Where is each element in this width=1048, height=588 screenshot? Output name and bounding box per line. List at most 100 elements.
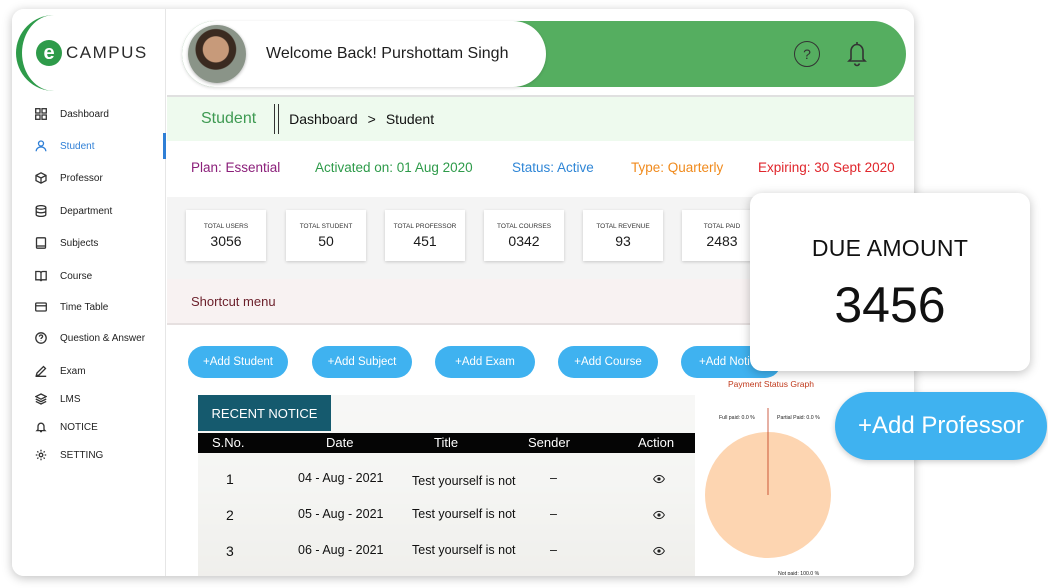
sidebar-item-question-answer[interactable]: Question & Answer	[12, 325, 166, 351]
row-title: Test yourself is not	[412, 507, 516, 521]
plan-type: Type: Quarterly	[631, 160, 724, 175]
eye-icon[interactable]	[653, 473, 665, 487]
pie-label: Partial Paid: 0.0 %	[777, 415, 820, 421]
notification-bell-icon[interactable]	[844, 39, 870, 67]
pen-icon	[34, 364, 48, 378]
sidebar-item-professor[interactable]: Professor	[12, 165, 166, 191]
stat-value: 451	[413, 233, 437, 249]
row-sno: 3	[226, 543, 234, 559]
card-icon	[34, 300, 48, 314]
stat-value: 50	[318, 233, 334, 249]
notice-table-header: S.No. Date Title Sender Action	[198, 433, 695, 453]
shortcut-menu-title: Shortcut menu	[191, 293, 276, 309]
table-row: 3 06 - Aug - 2021 Test yourself is not –	[198, 541, 695, 569]
stat-value: 3056	[210, 233, 242, 249]
logo-text: CAMPUS	[66, 43, 148, 62]
payment-status-chart: Payment Status Graph Full paid: 0.0 % Par…	[705, 379, 831, 575]
row-title: Test yourself is not	[412, 474, 516, 488]
row-date: 04 - Aug - 2021	[298, 471, 384, 485]
stat-card: TOTAL COURSES 0342	[484, 210, 564, 261]
welcome-text: Welcome Back! Purshottam Singh	[266, 45, 509, 62]
breadcrumb-divider	[274, 104, 280, 134]
sidebar-item-label: Dashboard	[60, 108, 109, 120]
row-sno: 2	[226, 507, 234, 523]
stat-card: TOTAL STUDENT 50	[286, 210, 366, 261]
breadcrumb: Student Dashboard > Student	[167, 95, 914, 141]
logo-badge: e	[36, 40, 62, 66]
row-date: 05 - Aug - 2021	[298, 507, 384, 521]
row-sno: 1	[226, 471, 234, 487]
gear-icon	[34, 448, 48, 462]
eye-icon[interactable]	[653, 509, 665, 523]
stat-value: 0342	[508, 233, 540, 249]
due-amount-value: 3456	[834, 277, 946, 333]
plan-status: Status: Active	[512, 160, 594, 175]
sidebar-item-dashboard[interactable]: Dashboard	[12, 101, 166, 127]
sidebar-item-label: Course	[60, 270, 93, 282]
sidebar-item-exam[interactable]: Exam	[12, 358, 166, 384]
bell-icon	[34, 420, 48, 434]
user-icon	[34, 139, 48, 153]
add-professor-button[interactable]: +Add Professor	[835, 392, 1047, 460]
chart-title: Payment Status Graph	[728, 379, 814, 389]
avatar[interactable]	[188, 25, 246, 83]
column-header: Sender	[528, 435, 570, 450]
grid-icon	[34, 107, 48, 121]
top-header: Welcome Back! Purshottam Singh ?	[182, 21, 906, 87]
breadcrumb-current: Student	[385, 111, 435, 127]
sidebar-item-subjects[interactable]: Subjects	[12, 230, 166, 256]
add-subject-button[interactable]: +Add Subject	[312, 346, 412, 378]
stat-label: TOTAL PROFESSOR	[393, 223, 457, 230]
layers-icon	[34, 392, 48, 406]
recent-notice-title: RECENT NOTICE	[198, 395, 331, 431]
help-icon[interactable]: ?	[794, 41, 820, 67]
book-icon	[34, 236, 48, 250]
logo[interactable]: e CAMPUS	[16, 15, 166, 91]
row-sender: –	[550, 471, 557, 485]
open-book-icon	[34, 269, 48, 283]
sidebar-item-label: LMS	[60, 393, 81, 405]
column-header: S.No.	[212, 435, 245, 450]
stat-card: TOTAL USERS 3056	[186, 210, 266, 261]
table-row: 1 04 - Aug - 2021 Test yourself is not –	[198, 469, 695, 497]
eye-icon[interactable]	[653, 545, 665, 559]
sidebar-item-label: SETTING	[60, 449, 104, 461]
column-header: Title	[434, 435, 459, 450]
due-amount-card: DUE AMOUNT 3456	[750, 193, 1030, 371]
sidebar-item-course[interactable]: Course	[12, 263, 166, 289]
add-exam-button[interactable]: +Add Exam	[435, 346, 535, 378]
pie-label: Not paid: 100.0 %	[778, 571, 820, 575]
row-date: 06 - Aug - 2021	[298, 543, 384, 557]
sidebar-item-label: Department	[60, 205, 113, 217]
stat-card: TOTAL PROFESSOR 451	[385, 210, 465, 261]
database-icon	[34, 204, 48, 218]
row-sender: –	[550, 543, 557, 557]
sidebar-item-student[interactable]: Student	[12, 133, 166, 159]
stat-label: TOTAL COURSES	[496, 223, 552, 230]
recent-notice-panel: RECENT NOTICE S.No. Date Title Sender Ac…	[198, 395, 695, 576]
sidebar-item-label: Subjects	[60, 237, 99, 249]
add-course-button[interactable]: +Add Course	[558, 346, 658, 378]
sidebar-item-lms[interactable]: LMS	[12, 386, 166, 412]
stat-label: TOTAL USERS	[203, 223, 249, 230]
cube-icon	[34, 171, 48, 185]
sidebar-item-time-table[interactable]: Time Table	[12, 294, 166, 320]
sidebar-item-label: Question & Answer	[60, 332, 146, 344]
sidebar-item-label: NOTICE	[60, 421, 98, 433]
table-row: 2 05 - Aug - 2021 Test yourself is not –	[198, 505, 695, 533]
sidebar-item-label: Exam	[60, 365, 86, 377]
pie-label: Full paid: 0.0 %	[719, 415, 755, 421]
breadcrumb-arrow: >	[367, 111, 376, 127]
stat-label: TOTAL STUDENT	[299, 223, 353, 230]
question-icon	[34, 331, 48, 345]
due-amount-label: DUE AMOUNT	[811, 235, 969, 261]
sidebar-item-label: Student	[60, 140, 95, 152]
sidebar-item-setting[interactable]: SETTING	[12, 442, 166, 468]
row-sender: –	[550, 507, 557, 521]
sidebar-item-label: Time Table	[60, 301, 109, 313]
sidebar-item-notice[interactable]: NOTICE	[12, 414, 166, 440]
add-student-button[interactable]: +Add Student	[188, 346, 288, 378]
breadcrumb-root-link[interactable]: Dashboard	[289, 111, 358, 127]
plan-activated: Activated on: 01 Aug 2020	[315, 160, 473, 175]
sidebar-item-department[interactable]: Department	[12, 198, 166, 224]
